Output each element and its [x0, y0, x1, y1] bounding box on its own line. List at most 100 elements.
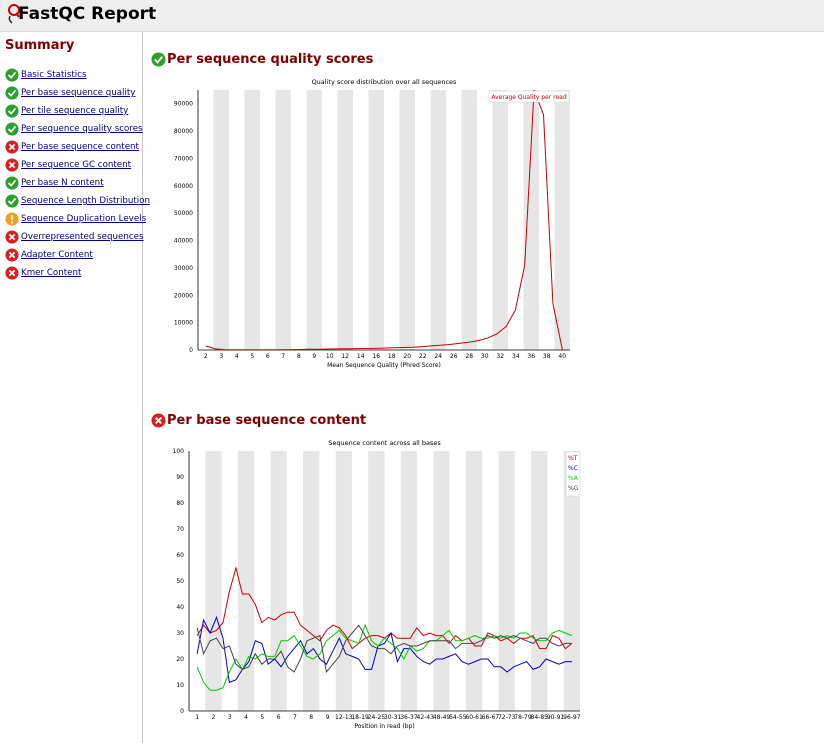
grid-band: [433, 451, 450, 711]
x-tick-label: 30-31: [384, 714, 402, 721]
summary-link[interactable]: Sequence Length Distribution: [21, 196, 150, 206]
grid-band: [335, 451, 352, 711]
legend-entry: %C: [568, 465, 578, 472]
grid-band: [430, 90, 446, 350]
sequence-content-chart: Sequence content across all bases 0 10 20 30…: [173, 439, 581, 730]
legend-entry: Average Quality per read: [491, 94, 566, 101]
y-tick-label: 20000: [174, 292, 193, 299]
pass-tick-icon: [5, 194, 21, 208]
x-tick-label: 34: [512, 353, 520, 360]
y-tick-label: 10000: [174, 320, 193, 327]
x-tick-label: 40: [558, 353, 566, 360]
summary-item: Per sequence GC content: [5, 156, 150, 174]
warning-icon: [5, 212, 21, 226]
pass-tick-icon: [5, 68, 21, 82]
y-tick-label: 80: [176, 500, 184, 507]
legend-entry: %T: [568, 455, 578, 462]
x-tick-label: 7: [293, 714, 297, 721]
x-tick-label: 54-55: [449, 714, 467, 721]
y-tick-label: 30: [176, 630, 184, 637]
grid-band: [492, 90, 508, 350]
grid-band: [523, 90, 539, 350]
grid-band: [465, 451, 483, 711]
y-tick-label: 0: [180, 708, 184, 715]
grid-band: [368, 451, 385, 711]
y-tick-label: 40000: [174, 238, 193, 245]
summary-item: Kmer Content: [5, 264, 150, 282]
chart-title: Sequence content across all bases: [328, 439, 441, 447]
y-tick-label: 90000: [174, 101, 193, 108]
grid-band: [368, 90, 384, 350]
x-tick-label: 10: [326, 353, 334, 360]
x-tick-label: 8: [309, 714, 313, 721]
x-tick-label: 3: [219, 353, 223, 360]
x-tick-label: 2: [212, 714, 216, 721]
fail-cross-icon: [151, 413, 167, 428]
y-tick-label: 80000: [174, 128, 193, 135]
x-tick-label: 5: [250, 353, 254, 360]
x-tick-label: 18: [388, 353, 396, 360]
summary-link[interactable]: Per sequence GC content: [21, 160, 131, 170]
x-tick-label: 6: [266, 353, 270, 360]
quality-score-chart: Quality score distribution over all sequ…: [174, 78, 570, 369]
grid-band: [244, 90, 260, 350]
pass-tick-icon: [151, 52, 167, 67]
y-tick-label: 60: [176, 552, 184, 559]
summary-link[interactable]: Per base N content: [21, 178, 104, 188]
fail-cross-icon: [5, 158, 21, 172]
grid-band: [461, 90, 477, 350]
y-tick-label: 50: [176, 578, 184, 585]
summary-item: Per base sequence quality: [5, 84, 150, 102]
summary-item: Per tile sequence quality: [5, 102, 150, 120]
pass-tick-icon: [5, 86, 21, 100]
x-tick-label: 84-85: [531, 714, 549, 721]
section-title-text: Per base sequence content: [167, 413, 367, 428]
pass-tick-icon: [5, 122, 21, 136]
x-tick-label: 18-19: [351, 714, 369, 721]
summary-item: Overrepresented sequences: [5, 228, 150, 246]
grid-band: [399, 90, 415, 350]
summary-list: Basic Statistics Per base sequence qualit…: [5, 66, 150, 282]
grid-band: [270, 451, 287, 711]
x-axis-label: Position in read (bp): [354, 723, 414, 730]
x-tick-label: 36: [527, 353, 535, 360]
x-tick-label: 20: [403, 353, 411, 360]
x-tick-label: 7: [281, 353, 285, 360]
fail-cross-icon: [5, 248, 21, 262]
summary-item: Per sequence quality scores: [5, 120, 150, 138]
y-tick-label: 40: [176, 604, 184, 611]
x-tick-label: 30: [481, 353, 489, 360]
summary-link[interactable]: Per sequence quality scores: [21, 124, 143, 134]
summary-link[interactable]: Per base sequence quality: [21, 88, 135, 98]
summary-item: Sequence Length Distribution: [5, 192, 150, 210]
section-heading-per-base-content: Per base sequence content: [151, 413, 366, 428]
x-tick-label: 24: [434, 353, 442, 360]
y-tick-label: 10: [176, 682, 184, 689]
y-tick-label: 90: [176, 474, 184, 481]
x-tick-label: 16: [372, 353, 380, 360]
summary-link[interactable]: Overrepresented sequences: [21, 232, 144, 242]
summary-sidebar: Summary Basic Statistics Per base sequenc…: [0, 32, 150, 743]
grid-band: [531, 451, 548, 711]
x-tick-label: 9: [312, 353, 316, 360]
x-tick-label: 24-25: [368, 714, 386, 721]
x-tick-label: 2: [204, 353, 208, 360]
x-tick-label: 14: [357, 353, 365, 360]
x-tick-label: 22: [419, 353, 427, 360]
report-header: FastQC Report: [0, 0, 824, 32]
x-tick-label: 60-61: [465, 714, 483, 721]
summary-link[interactable]: Kmer Content: [21, 268, 81, 278]
summary-link[interactable]: Basic Statistics: [21, 70, 86, 80]
summary-item: Adapter Content: [5, 246, 150, 264]
summary-link[interactable]: Adapter Content: [21, 250, 93, 260]
grid-band: [205, 451, 222, 711]
x-tick-label: 72-73: [498, 714, 516, 721]
summary-link[interactable]: Per tile sequence quality: [21, 106, 128, 116]
x-tick-label: 32: [496, 353, 504, 360]
summary-link[interactable]: Per base sequence content: [21, 142, 139, 152]
summary-link[interactable]: Sequence Duplication Levels: [21, 214, 146, 224]
y-tick-label: 0: [189, 347, 193, 354]
x-tick-label: 4: [244, 714, 248, 721]
x-tick-label: 42-43: [417, 714, 435, 721]
y-tick-label: 70: [176, 526, 184, 533]
